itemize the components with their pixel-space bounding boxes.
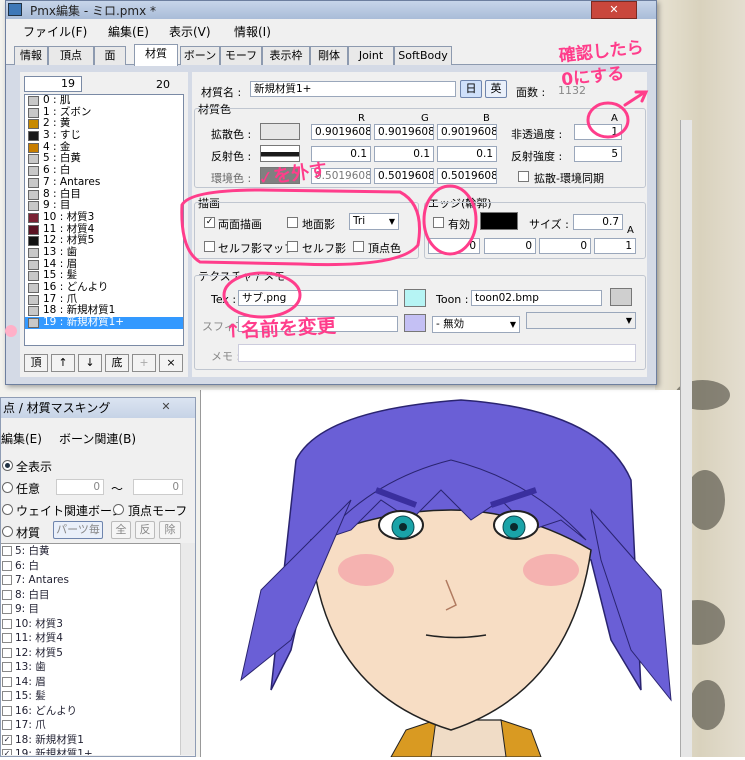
pointer-dot <box>5 325 17 337</box>
annotation-confirm: 確認したら 0にする <box>557 37 645 91</box>
circle-edge-enable <box>422 184 478 256</box>
annotation-circles <box>180 90 649 319</box>
circle-draw-options <box>180 188 422 267</box>
annotation-overlay <box>5 90 649 337</box>
circle-alpha <box>586 101 630 139</box>
circle-tex <box>222 271 302 319</box>
